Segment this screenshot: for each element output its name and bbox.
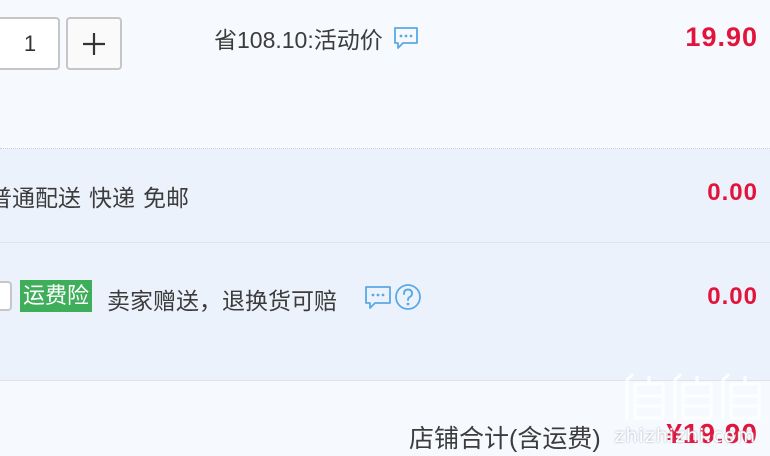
help-circle-icon[interactable] [394,283,422,316]
chat-bubble-icon[interactable] [364,284,392,315]
insurance-description: 卖家赠送，退换货可赔 [107,288,337,314]
chat-bubble-icon[interactable] [393,26,419,56]
insurance-row: 运费险 卖家赠送，退换货可赔 0.00 [0,243,770,381]
insurance-icons [364,283,422,316]
shop-total-label: 店铺合计(含运费) [409,425,601,453]
shipping-fee: 0.00 [707,179,758,206]
item-quantity-row: 1 省108.10:活动价 19.90 [0,0,770,149]
insurance-badge: 运费险 [20,280,93,312]
plus-icon [83,32,105,55]
shipping-info: 普通配送 快递 免邮 [0,179,197,213]
shipping-free-label: 免邮 [143,185,189,211]
promo-text: 省108.10:活动价 [214,27,383,53]
insurance-fee: 0.00 [707,283,758,310]
quantity-increase-button[interactable] [66,17,122,70]
shipping-row[interactable]: 普通配送 快递 免邮 0.00 [0,149,770,243]
insurance-checkbox[interactable] [0,281,12,311]
shipping-method: 普通配送 [0,185,81,211]
promo-info: 省108.10:活动价 [214,20,419,56]
item-price: 19.90 [685,22,758,52]
shipping-carrier: 快递 [89,185,135,211]
watermark-text: zhizhizhi.com [614,425,756,447]
watermark-logo [619,372,764,431]
order-item-panel: 1 省108.10:活动价 19.90 普通配送 快递 免邮 0.00 运费险 … [0,0,770,456]
quantity-input[interactable]: 1 [0,17,60,70]
